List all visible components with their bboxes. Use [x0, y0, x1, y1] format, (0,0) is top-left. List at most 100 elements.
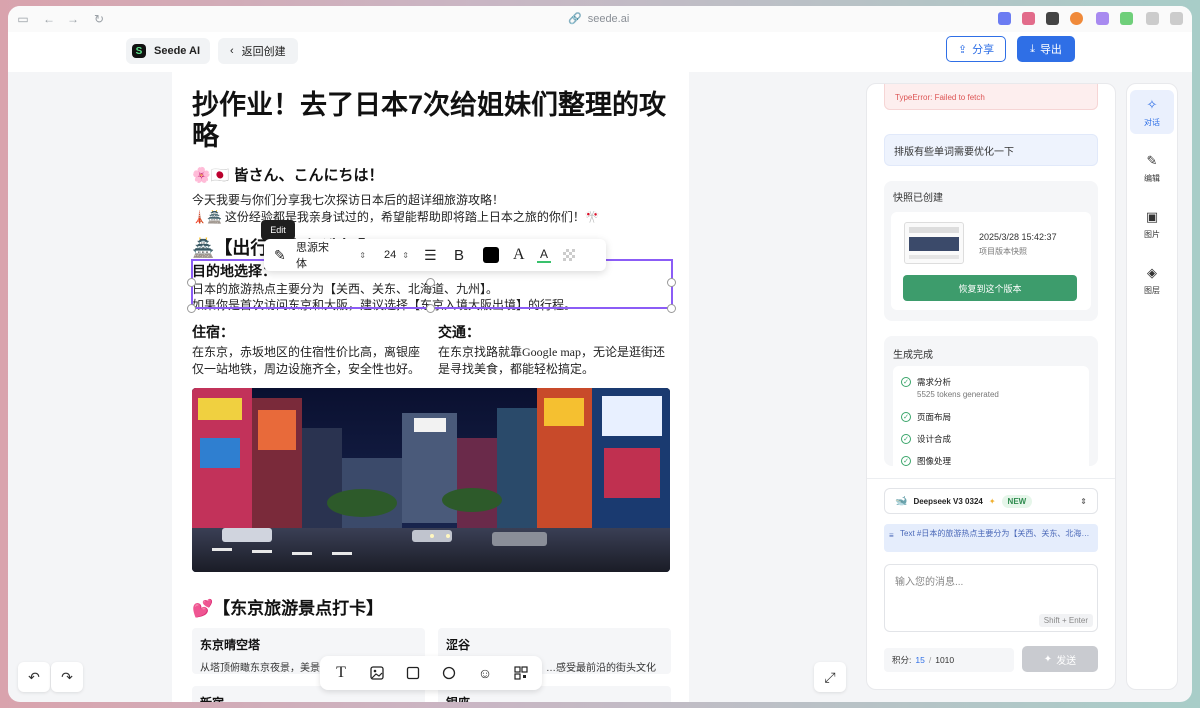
image-tool-icon[interactable] [368, 664, 386, 682]
reload-icon[interactable]: ↻ [92, 12, 106, 26]
address-bar[interactable]: 🔗 seede.ai [568, 12, 629, 26]
extension-icon[interactable] [1070, 12, 1083, 25]
divider [867, 478, 1115, 479]
extension-icon[interactable] [1022, 12, 1035, 25]
qrcode-tool-icon[interactable] [512, 664, 530, 682]
step-label: 设计合成 [917, 434, 952, 444]
chevron-updown-icon: ⇕ [402, 250, 409, 260]
emoji-tool-icon[interactable]: ☺ [476, 664, 494, 682]
credits-used: 15 [915, 655, 925, 665]
forward-arrow-icon[interactable]: → [66, 12, 80, 26]
intro-line: 今天我要与你们分享我七次探访日本后的超详细旅游攻略！ [192, 193, 505, 207]
generation-title: 生成完成 [893, 350, 933, 361]
resize-handle[interactable] [426, 278, 435, 287]
extension-icon[interactable] [1120, 12, 1133, 25]
brand-button[interactable]: S Seede AI [126, 38, 211, 64]
page-title[interactable]: 抄作业！去了日本7次给姐妹们整理的攻略 [192, 90, 677, 152]
spot-title: 东京晴空塔 [200, 638, 261, 652]
circle-tool-icon[interactable] [440, 664, 458, 682]
opacity-button[interactable] [563, 239, 575, 271]
generation-step: ✓ 页面布局 [901, 411, 951, 423]
tab-label: 图片 [1144, 229, 1160, 239]
text-color-swatch[interactable] [483, 239, 499, 271]
back-arrow-icon[interactable]: ← [42, 12, 56, 26]
font-color-letter: A [539, 247, 548, 261]
extension-icon[interactable] [1096, 12, 1109, 25]
step-label: 需求分析 [917, 377, 952, 387]
shift-enter-hint: Shift + Enter [1038, 614, 1093, 627]
document-canvas[interactable]: 抄作业！去了日本7次给姐妹们整理的攻略 🌸🇯🇵 皆さん、こんにちは！ 今天我要与… [172, 72, 689, 702]
undo-button[interactable]: ↶ [18, 662, 50, 692]
tab-edit[interactable]: ✎ 编辑 [1130, 146, 1174, 190]
step-sub: 5525 tokens generated [917, 390, 999, 399]
fullscreen-button[interactable]: ⤢ [814, 662, 846, 692]
align-left-icon[interactable]: ☰ [424, 239, 437, 271]
transport-text[interactable]: 在东京找路就靠Google map，无论是逛街还是寻找美食，都能轻松搞定。 [438, 344, 670, 378]
send-label: 发送 [1056, 655, 1077, 667]
message-input-box: Shift + Enter [884, 564, 1098, 632]
share-button[interactable]: ⇪ 分享 [946, 36, 1006, 62]
check-circle-icon: ✓ [901, 434, 911, 444]
sparkle-icon: ✧ [1146, 96, 1158, 112]
tab-image[interactable]: ▣ 图片 [1130, 202, 1174, 246]
check-circle-icon: ✓ [901, 377, 911, 387]
credits-label: 积分: [892, 655, 912, 665]
snapshot-time: 2025/3/28 15:42:37 [979, 232, 1057, 242]
download-icon: ⤓ [1030, 42, 1035, 55]
spot-title: 涩谷 [446, 638, 471, 652]
back-to-create-button[interactable]: ‹ 返回创建 [218, 38, 298, 64]
tokyo-street-photo[interactable] [192, 388, 670, 572]
restore-version-button[interactable]: 恢复到这个版本 [903, 275, 1077, 301]
rectangle-tool-icon[interactable] [404, 664, 422, 682]
side-tab-bar: ✧ 对话 ✎ 编辑 ▣ 图片 ◈ 图层 [1126, 83, 1178, 690]
font-style-button[interactable]: A [513, 239, 525, 271]
back-label: 返回创建 [241, 46, 286, 58]
snapshot-thumbnail[interactable] [904, 222, 964, 264]
sidebar-toggle-icon[interactable]: ▭ [16, 12, 30, 26]
stay-text[interactable]: 在东京，赤坂地区的住宿性价比高，离银座仅一站地铁，周边设施齐全，安全性也好。 [192, 344, 424, 378]
resize-handle[interactable] [667, 278, 676, 287]
extension-icon[interactable] [998, 12, 1011, 25]
snapshot-card: 快照已创建 2025/3/28 15:42:37 项目版本快照 恢复到这个版本 [884, 181, 1098, 321]
stay-heading[interactable]: 住宿： [192, 322, 234, 342]
section-heading[interactable]: 💕【东京旅游景点打卡】 [192, 594, 383, 619]
redo-button[interactable]: ↷ [51, 662, 83, 692]
credits-total: 1010 [935, 655, 955, 665]
snapshot-title: 快照已创建 [893, 193, 943, 204]
generation-step: ✓ 图像处理 [901, 455, 951, 466]
text-format-toolbar: ✎ 思源宋体 ⇕ 24 ⇕ ☰ B A A [264, 239, 606, 271]
app-window: ▭ ← → ↻ 🔗 seede.ai S Seede AI ‹ 返回创建 ⇪ 分… [8, 6, 1192, 702]
resize-handle[interactable] [667, 304, 676, 313]
model-select[interactable]: 🐋 Deepseek V3 0324 ✦ NEW ⇕ [884, 488, 1098, 514]
layers-icon: ◈ [1147, 264, 1157, 280]
tab-layers[interactable]: ◈ 图层 [1130, 258, 1174, 302]
font-size-value: 24 [384, 249, 397, 261]
pencil-icon[interactable]: ✎ [274, 239, 286, 271]
context-chip[interactable]: ≡ Text #日本的旅游热点主要分为【关西、关东、北海… [884, 524, 1098, 552]
bold-button[interactable]: B [454, 239, 464, 271]
greeting-heading[interactable]: 🌸🇯🇵 皆さん、こんにちは！ [192, 164, 384, 185]
font-color-underline [537, 261, 551, 263]
font-color-button[interactable]: A [537, 239, 551, 271]
tab-chat[interactable]: ✧ 对话 [1130, 90, 1174, 134]
credits-display: 积分: 15 / 1010 [884, 648, 1014, 672]
spot-title: 新宿 [200, 694, 417, 702]
app-header: S Seede AI ‹ 返回创建 ⇪ 分享 ⤓ 导出 [8, 32, 1192, 72]
resize-handle[interactable] [187, 278, 196, 287]
chevron-updown-icon: ⇕ [1080, 496, 1087, 506]
font-family-select[interactable]: 思源宋体 ⇕ [296, 239, 366, 271]
error-message: TypeError: Failed to fetch [884, 84, 1098, 110]
extension-icon[interactable] [1046, 12, 1059, 25]
resize-handle[interactable] [187, 304, 196, 313]
generation-step: ✓ 需求分析 5525 tokens generated [901, 376, 999, 399]
font-size-stepper[interactable]: 24 ⇕ [384, 239, 409, 271]
extension-icon[interactable] [1146, 12, 1159, 25]
step-label: 页面布局 [917, 412, 952, 422]
send-button[interactable]: ✦ 发送 [1022, 646, 1098, 672]
text-lines-icon: ≡ [889, 531, 894, 540]
resize-handle[interactable] [426, 304, 435, 313]
export-button[interactable]: ⤓ 导出 [1017, 36, 1075, 62]
transport-heading[interactable]: 交通： [438, 322, 480, 342]
extension-icon[interactable] [1170, 12, 1183, 25]
text-tool-icon[interactable]: T [332, 664, 350, 682]
